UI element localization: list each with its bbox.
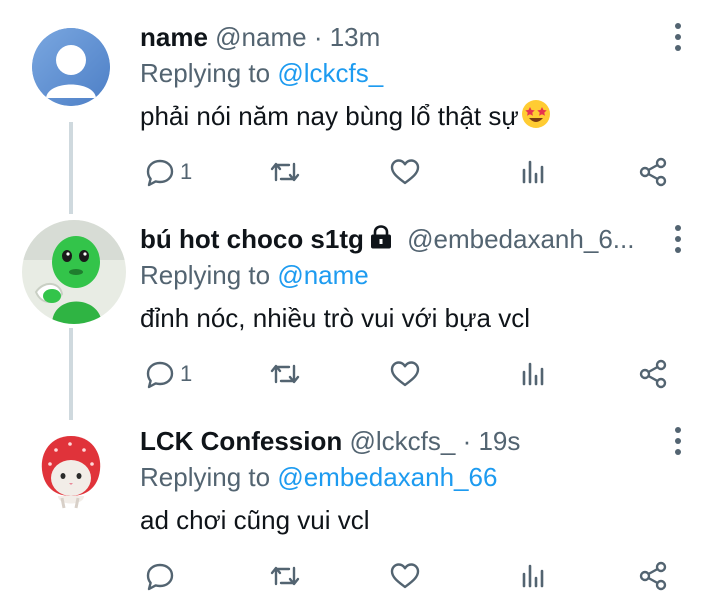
retweet-icon bbox=[270, 364, 300, 384]
tweet-header: LCK Confession @lckcfs_ · 19s bbox=[140, 424, 660, 458]
analytics-icon bbox=[522, 362, 544, 386]
avatar[interactable] bbox=[36, 432, 106, 512]
share-button[interactable] bbox=[636, 152, 670, 192]
analytics-icon bbox=[522, 160, 544, 184]
user-handle[interactable]: @embedaxanh_6... bbox=[407, 224, 634, 254]
more-options-icon[interactable] bbox=[672, 22, 684, 52]
mention-link[interactable]: @name bbox=[277, 260, 368, 290]
analytics-button[interactable] bbox=[518, 556, 548, 596]
tweet-header: bú hot choco s1tg @embedaxanh_6... bbox=[140, 222, 660, 256]
tweet-actions: 1 bbox=[140, 152, 680, 192]
timestamp[interactable]: · 13m bbox=[314, 22, 380, 52]
like-button[interactable] bbox=[388, 354, 422, 394]
retweet-button[interactable] bbox=[268, 354, 302, 394]
tweet[interactable]: bú hot choco s1tg @embedaxanh_6... Reply… bbox=[0, 202, 720, 404]
replying-label: Replying to bbox=[140, 462, 271, 492]
mention-link[interactable]: @embedaxanh_66 bbox=[277, 462, 497, 492]
default-avatar-icon bbox=[32, 28, 110, 106]
avatar[interactable] bbox=[32, 28, 110, 106]
tweet-actions: 1 bbox=[140, 354, 680, 394]
reply-button[interactable]: 1 bbox=[144, 152, 192, 192]
replying-label: Replying to bbox=[140, 58, 271, 88]
replying-to-line: Replying to @lckcfs_ bbox=[140, 56, 383, 90]
share-icon bbox=[639, 157, 667, 187]
share-button[interactable] bbox=[636, 556, 670, 596]
heart-icon bbox=[390, 563, 420, 589]
reply-button[interactable] bbox=[144, 556, 180, 596]
more-options-icon[interactable] bbox=[672, 426, 684, 456]
analytics-button[interactable] bbox=[518, 354, 548, 394]
heart-icon bbox=[390, 361, 420, 387]
replying-label: Replying to bbox=[140, 260, 271, 290]
tweet-text-content: phải nói năm nay bùng lổ thật sự bbox=[140, 101, 519, 131]
display-name[interactable]: name bbox=[140, 22, 208, 52]
user-handle[interactable]: @lckcfs_ bbox=[349, 426, 455, 456]
more-options-icon[interactable] bbox=[672, 224, 684, 254]
retweet-icon bbox=[270, 162, 300, 182]
reply-icon bbox=[146, 159, 174, 187]
replying-to-line: Replying to @embedaxanh_66 bbox=[140, 460, 497, 494]
reply-count: 1 bbox=[180, 159, 193, 184]
display-name[interactable]: bú hot choco s1tg bbox=[140, 224, 364, 254]
reply-count: 1 bbox=[180, 361, 193, 386]
tweet[interactable]: name @name · 13m Replying to @lckcfs_ ph… bbox=[0, 0, 720, 202]
share-button[interactable] bbox=[636, 354, 670, 394]
user-handle[interactable]: @name bbox=[215, 22, 306, 52]
mention-link[interactable]: @lckcfs_ bbox=[277, 58, 383, 88]
avatar[interactable] bbox=[22, 220, 126, 324]
reply-icon bbox=[146, 361, 174, 389]
display-name[interactable]: LCK Confession bbox=[140, 426, 342, 456]
analytics-icon bbox=[522, 564, 544, 588]
retweet-button[interactable] bbox=[268, 152, 302, 192]
tweet-text: phải nói năm nay bùng lổ thật sự bbox=[140, 98, 551, 138]
strawberry-cat-avatar-icon bbox=[41, 436, 101, 509]
tweet-text: đỉnh nóc, nhiều trò vui với bựa vcl bbox=[140, 300, 530, 336]
green-character-avatar-icon bbox=[22, 220, 126, 324]
retweet-button[interactable] bbox=[268, 556, 302, 596]
retweet-icon bbox=[270, 566, 300, 586]
like-button[interactable] bbox=[388, 152, 422, 192]
tweet-actions bbox=[140, 556, 680, 596]
analytics-button[interactable] bbox=[518, 152, 548, 192]
star-struck-emoji-icon bbox=[521, 99, 551, 138]
tweet-header: name @name · 13m bbox=[140, 20, 660, 54]
reply-icon bbox=[146, 563, 174, 591]
tweet-text: ad chơi cũng vui vcl bbox=[140, 502, 370, 538]
reply-thread: name @name · 13m Replying to @lckcfs_ ph… bbox=[0, 0, 720, 606]
share-icon bbox=[639, 359, 667, 389]
replying-to-line: Replying to @name bbox=[140, 258, 369, 292]
tweet[interactable]: LCK Confession @lckcfs_ · 19s Replying t… bbox=[0, 404, 720, 606]
reply-button[interactable]: 1 bbox=[144, 354, 192, 394]
like-button[interactable] bbox=[388, 556, 422, 596]
lock-icon bbox=[368, 224, 394, 256]
timestamp[interactable]: · 19s bbox=[463, 426, 521, 456]
tweet-text-content: đỉnh nóc, nhiều trò vui với bựa vcl bbox=[140, 303, 530, 333]
heart-icon bbox=[390, 159, 420, 185]
tweet-text-content: ad chơi cũng vui vcl bbox=[140, 505, 370, 535]
share-icon bbox=[639, 561, 667, 591]
